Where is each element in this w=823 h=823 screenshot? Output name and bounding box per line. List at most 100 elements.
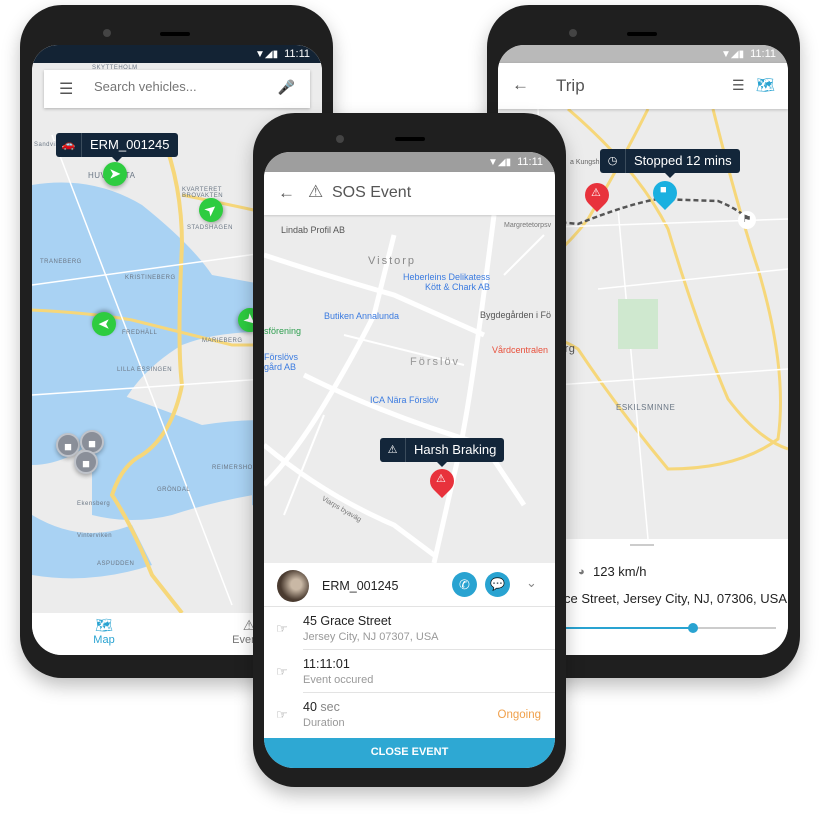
- clock: 11:11: [284, 48, 310, 60]
- drag-handle[interactable]: [630, 544, 654, 546]
- list-view-icon[interactable]: ☰: [732, 77, 745, 94]
- place-label: Förslövs gård AB: [264, 352, 299, 372]
- place-label: Ekensberg: [77, 501, 111, 507]
- duration-label: Duration: [303, 717, 345, 729]
- warning-icon: ⚠: [591, 187, 601, 199]
- car-icon: 🚗: [56, 133, 82, 157]
- handshake-icon: ☞: [276, 664, 288, 679]
- place-label: TRANEBERG: [40, 259, 82, 265]
- back-arrow-icon[interactable]: ←: [278, 183, 295, 203]
- vehicle-header: ERM_001245 ✆ 💬 ⌄: [264, 563, 555, 607]
- search-input[interactable]: [94, 79, 264, 94]
- handshake-icon: ☞: [276, 621, 288, 636]
- stop-duration: Stopped 12 mins: [634, 153, 732, 168]
- speaker: [395, 137, 425, 141]
- place-label: GRÖNDAL: [157, 487, 191, 493]
- chevron-down-icon[interactable]: ⌄: [526, 575, 537, 591]
- duration-unit: sec: [320, 700, 340, 714]
- speed: 123 km/h: [593, 564, 647, 579]
- warning-icon: ⚠: [436, 473, 446, 485]
- stop-icon: ■: [660, 184, 667, 196]
- message-button[interactable]: 💬: [485, 572, 510, 597]
- nav-label: Map: [93, 634, 115, 646]
- driver-avatar: [277, 570, 309, 602]
- warning-icon: ⚠: [380, 438, 406, 462]
- speaker: [627, 32, 657, 36]
- handshake-icon: ☞: [276, 707, 288, 722]
- vehicle-id: ERM_001245: [322, 579, 399, 593]
- detail-row-location: ☞ 45 Grace Street Jersey City, NJ 07307,…: [264, 607, 555, 650]
- event-tooltip[interactable]: ⚠ Harsh Braking: [380, 438, 505, 467]
- signal-icon: ▼◢▮: [488, 157, 512, 168]
- phone-sos: ▼◢▮ 11:11 ← ⚠ SOS Event Lindab Profil AB …: [253, 113, 566, 787]
- speedometer-icon: ◕: [578, 566, 585, 578]
- vehicle-marker[interactable]: ➤: [92, 312, 116, 336]
- address: 45 Grace Street: [303, 614, 392, 628]
- menu-icon[interactable]: ☰: [59, 79, 73, 99]
- duration-value: 40: [303, 700, 317, 714]
- signal-icon: ▼◢▮: [721, 49, 745, 60]
- status-bar: ▼◢▮ 11:11: [264, 152, 555, 172]
- status-badge: Ongoing: [497, 709, 541, 721]
- detail-row-duration: ☞ 40 sec Duration Ongoing: [264, 693, 555, 736]
- search-bar[interactable]: ☰ 🎤: [44, 70, 310, 108]
- cluster-marker[interactable]: ■: [74, 450, 98, 474]
- vehicle-id: ERM_001245: [90, 137, 170, 152]
- clock-icon: ◷: [600, 149, 626, 173]
- status-bar: ▼◢▮ 11:11: [32, 45, 322, 63]
- event-map[interactable]: Lindab Profil AB Vistorp Heberleins Deli…: [264, 214, 555, 564]
- trip-address: ce Street, Jersey City, NJ, 07306, USA: [564, 591, 788, 606]
- microphone-icon[interactable]: 🎤: [278, 79, 295, 96]
- signal-icon: ▼◢▮: [255, 49, 279, 60]
- place-label: Lindab Profil AB: [281, 225, 346, 235]
- camera: [336, 135, 344, 143]
- stop-tooltip[interactable]: ◷ Stopped 12 mins: [600, 149, 740, 178]
- clock: 11:11: [517, 156, 543, 168]
- camera: [103, 29, 111, 37]
- page-title: SOS Event: [332, 184, 412, 201]
- close-event-button[interactable]: CLOSE EVENT: [264, 738, 555, 768]
- place-label: Vistorp: [368, 255, 417, 267]
- page-title: Trip: [556, 76, 585, 95]
- sos-screen: ▼◢▮ 11:11 ← ⚠ SOS Event Lindab Profil AB …: [264, 152, 555, 768]
- clock: 11:11: [750, 48, 776, 60]
- status-bar: ▼◢▮ 11:11: [498, 45, 788, 63]
- place-label: STADSHAGEN: [187, 225, 233, 231]
- flag-icon: ⚑: [738, 211, 756, 229]
- place-label: FREDHÄLL: [122, 330, 158, 336]
- place-label: LILLA ESSINGEN: [117, 367, 173, 373]
- place-label: MARIEBERG: [202, 338, 243, 344]
- camera: [569, 29, 577, 37]
- place-label: Bygdegården i Fö: [480, 310, 552, 320]
- place-label: ICA Nära Förslöv: [370, 395, 439, 405]
- place-label: Heberleins Delikatess Kött & Chark AB: [402, 272, 490, 292]
- slider-thumb[interactable]: [687, 623, 698, 633]
- sos-header: ← ⚠ SOS Event: [264, 172, 555, 215]
- speaker: [160, 32, 190, 36]
- place-label: KRISTINEBERG: [125, 275, 176, 281]
- back-arrow-icon[interactable]: ←: [512, 75, 529, 95]
- place-label: Butiken Annalunda: [324, 311, 400, 321]
- place-label: a Kungsh: [570, 159, 600, 166]
- place-label: ESKILSMINNE: [616, 403, 676, 412]
- event-time-label: Event occured: [303, 674, 374, 686]
- place-label: sförening: [264, 326, 302, 336]
- place-label: Förslöv: [410, 356, 461, 368]
- nav-map[interactable]: 🗺 Map: [82, 617, 126, 646]
- warning-icon: ⚠: [308, 182, 324, 201]
- vehicle-tooltip[interactable]: 🚗 ERM_001245: [56, 133, 178, 162]
- place-label: Vinterviken: [77, 533, 113, 539]
- map-view-icon[interactable]: 🗺: [756, 76, 775, 94]
- map-background: [264, 214, 545, 564]
- event-type: Harsh Braking: [414, 442, 497, 457]
- place-label: Vårdcentralen: [492, 345, 549, 355]
- place-label: ASPUDDEN: [97, 561, 135, 567]
- event-time: 11:11:01: [303, 657, 350, 671]
- place-label: Margretetorpsv: [504, 222, 552, 229]
- trip-header: ← Trip ☰ 🗺: [498, 63, 788, 109]
- call-button[interactable]: ✆: [452, 572, 477, 597]
- vehicle-marker[interactable]: ➤: [103, 162, 127, 186]
- detail-row-time: ☞ 11:11:01 Event occured: [264, 650, 555, 693]
- address-secondary: Jersey City, NJ 07307, USA: [303, 631, 439, 643]
- map-icon: 🗺: [95, 617, 113, 633]
